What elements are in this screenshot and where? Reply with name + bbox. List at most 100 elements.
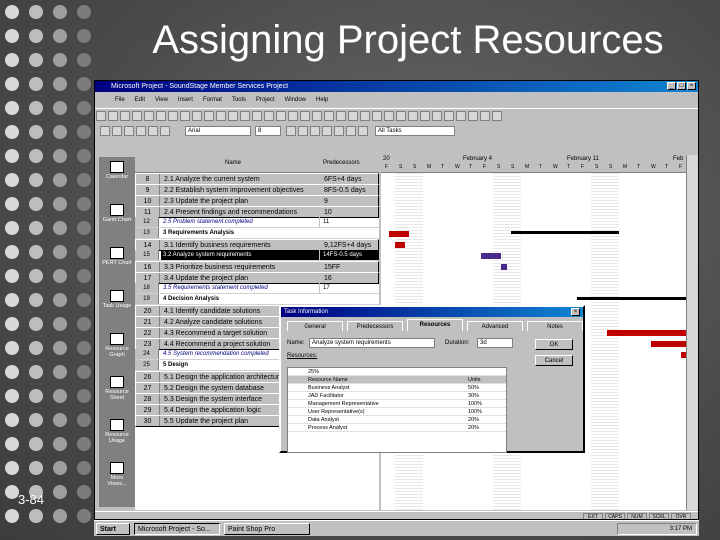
format-icon[interactable] — [286, 126, 296, 136]
task-name[interactable]: 3.2 Analyze system requirements — [161, 250, 319, 260]
view-task-usage[interactable]: Task Usage — [101, 290, 133, 309]
toolbar-icon[interactable] — [168, 111, 178, 121]
toolbar-icon[interactable] — [160, 126, 170, 136]
toolbar-icon[interactable] — [264, 111, 274, 121]
task-name[interactable]: 4 Decision Analysis — [161, 294, 319, 304]
menu-item-view[interactable]: View — [155, 97, 168, 103]
format-icon[interactable] — [298, 126, 308, 136]
toolbar-icon[interactable] — [384, 111, 394, 121]
table-row[interactable]: 18 3.5 Requirements statement completed 17 — [135, 283, 379, 294]
toolbar-icon[interactable] — [204, 111, 214, 121]
gantt-bar[interactable] — [395, 242, 405, 248]
toolbar-icon[interactable] — [372, 111, 382, 121]
format-icon[interactable] — [322, 126, 332, 136]
tab-predecessors[interactable]: Predecessors — [347, 321, 403, 331]
resource-name[interactable]: Management Representative — [308, 400, 379, 408]
toolbar-icon[interactable] — [312, 111, 322, 121]
resource-name[interactable]: Process Analyst — [308, 424, 347, 432]
toolbar-icon[interactable] — [348, 111, 358, 121]
menu-item-file[interactable]: File — [115, 97, 125, 103]
tab-resources[interactable]: Resources — [407, 319, 463, 331]
toolbar-icon[interactable] — [96, 111, 106, 121]
menu-item-format[interactable]: Format — [203, 97, 222, 103]
toolbar-icon[interactable] — [444, 111, 454, 121]
toolbar-icon[interactable] — [420, 111, 430, 121]
task-predecessors[interactable]: 17 — [319, 283, 379, 293]
gantt-bar[interactable] — [607, 330, 687, 336]
resource-row[interactable]: Process Analyst 20% — [288, 424, 506, 432]
view-resource-graph[interactable]: Resource Graph — [101, 333, 133, 358]
view-gantt-chart[interactable]: Gantt Chart — [101, 204, 133, 223]
resource-edit-value[interactable]: 25% — [308, 368, 319, 376]
filter-select[interactable]: All Tasks — [375, 126, 455, 136]
taskbar-project[interactable]: Microsoft Project - So... — [134, 523, 220, 535]
table-row[interactable]: 15 3.2 Analyze system requirements 14FS-0.… — [135, 250, 379, 261]
dialog-close-button[interactable]: × — [571, 308, 580, 316]
menu-item-insert[interactable]: Insert — [178, 97, 193, 103]
gantt-bar[interactable] — [651, 341, 687, 347]
tab-general[interactable]: General — [287, 321, 343, 331]
table-row[interactable]: 19 4 Decision Analysis — [135, 294, 379, 305]
toolbar-icon[interactable] — [216, 111, 226, 121]
vertical-scrollbar[interactable] — [686, 155, 698, 510]
tab-notes[interactable]: Notes — [527, 321, 583, 331]
resource-units[interactable]: 100% — [468, 400, 482, 408]
name-field[interactable]: Analyze system requirements — [309, 338, 435, 348]
view-resource-sheet[interactable]: Resource Sheet — [101, 376, 133, 401]
resource-name[interactable]: User Representative(s) — [308, 408, 365, 416]
maximize-button[interactable]: □ — [677, 82, 686, 90]
toolbar-icon[interactable] — [144, 111, 154, 121]
resource-name[interactable]: Data Analyst — [308, 416, 339, 424]
format-icon[interactable] — [334, 126, 344, 136]
resource-units[interactable]: 50% — [468, 384, 479, 392]
table-row[interactable]: 13 3 Requirements Analysis — [135, 228, 379, 239]
task-predecessors[interactable]: 14FS-0.5 days — [319, 250, 379, 260]
resource-row[interactable]: Data Analyst 20% — [288, 416, 506, 424]
menu-item-tools[interactable]: Tools — [232, 97, 246, 103]
resource-row[interactable]: Management Representative 100% — [288, 400, 506, 408]
gantt-bar[interactable] — [501, 264, 507, 270]
resource-edit-row[interactable]: 25% — [288, 368, 506, 376]
menu-item-project[interactable]: Project — [256, 97, 275, 103]
view-pert-chart[interactable]: PERT Chart — [101, 247, 133, 266]
gantt-bar[interactable] — [511, 231, 619, 234]
toolbar-icon[interactable] — [180, 111, 190, 121]
toolbar-icon[interactable] — [300, 111, 310, 121]
resource-name[interactable]: Business Analyst — [308, 384, 350, 392]
toolbar-icon[interactable] — [324, 111, 334, 121]
duration-field[interactable]: 3d — [477, 338, 513, 348]
gantt-bar[interactable] — [481, 253, 501, 259]
toolbar-icon[interactable] — [228, 111, 238, 121]
toolbar-icon[interactable] — [456, 111, 466, 121]
toolbar-icon[interactable] — [240, 111, 250, 121]
task-predecessors[interactable]: 11 — [319, 217, 379, 227]
toolbar-icon[interactable] — [120, 111, 130, 121]
minimize-button[interactable]: _ — [667, 82, 676, 90]
toolbar-icon[interactable] — [480, 111, 490, 121]
resource-units[interactable]: 20% — [468, 424, 479, 432]
format-icon[interactable] — [310, 126, 320, 136]
font-select[interactable]: Arial — [185, 126, 251, 136]
resource-row[interactable]: JAD Facilitator 30% — [288, 392, 506, 400]
col-pred-header[interactable]: Predecessors — [323, 160, 360, 166]
toolbar-icon[interactable] — [432, 111, 442, 121]
toolbar-icon[interactable] — [252, 111, 262, 121]
toolbar-icon[interactable] — [136, 126, 146, 136]
resource-row[interactable]: Business Analyst 50% — [288, 384, 506, 392]
table-row[interactable]: 12 2.5 Problem statement completed 11 — [135, 217, 379, 228]
menu-item-help[interactable]: Help — [316, 97, 328, 103]
task-name[interactable]: 3 Requirements Analysis — [161, 228, 319, 238]
toolbar-icon[interactable] — [148, 126, 158, 136]
toolbar-icon[interactable] — [360, 111, 370, 121]
toolbar-icon[interactable] — [468, 111, 478, 121]
resource-row[interactable]: User Representative(s) 100% — [288, 408, 506, 416]
toolbar-icon[interactable] — [108, 111, 118, 121]
task-name[interactable]: 2.5 Problem statement completed — [161, 217, 319, 227]
toolbar-icon[interactable] — [156, 111, 166, 121]
close-button[interactable]: × — [687, 82, 696, 90]
font-size-select[interactable]: 8 — [255, 126, 281, 136]
view-calendar[interactable]: Calendar — [101, 161, 133, 180]
view-more-views-[interactable]: More Views... — [101, 462, 133, 487]
toolbar-icon[interactable] — [112, 126, 122, 136]
resource-units[interactable]: 30% — [468, 392, 479, 400]
